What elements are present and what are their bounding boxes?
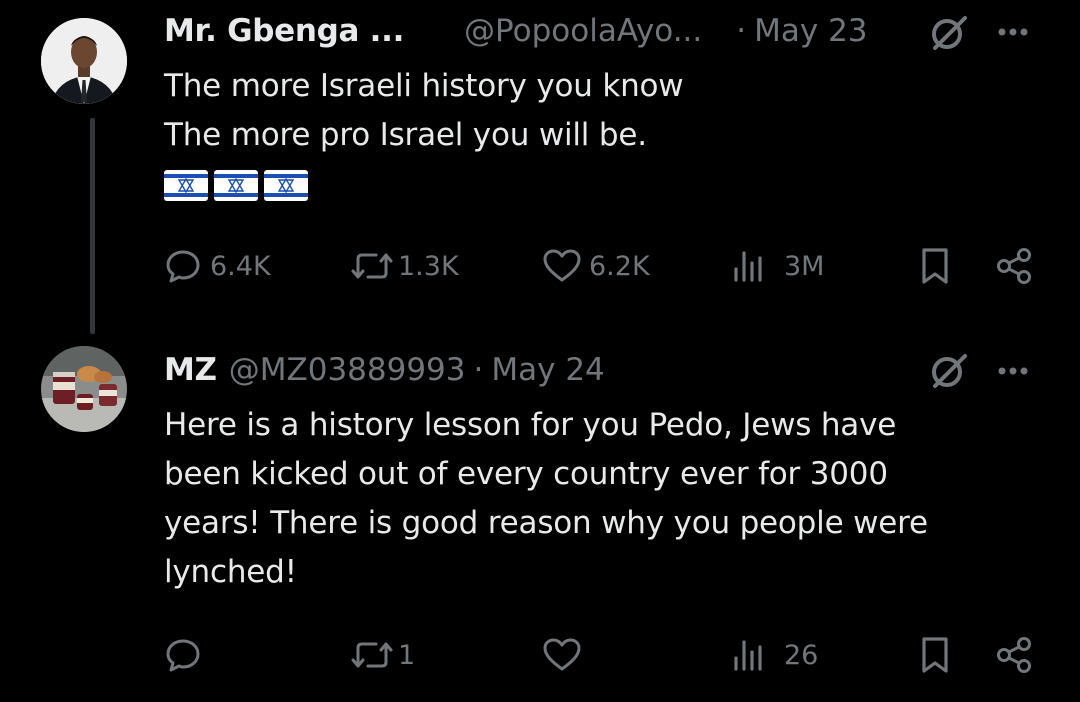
repost-count: 1 [398, 639, 416, 671]
separator-dot: · [473, 352, 484, 388]
user-handle[interactable]: @PopoolaAyo... [464, 13, 702, 49]
separator-dot: · [736, 13, 747, 49]
repost-count: 1.3K [398, 250, 459, 282]
share-button[interactable] [994, 632, 1034, 678]
tweet-text-line: been kicked out of every country ever fo… [164, 456, 888, 492]
bookmark-icon [918, 246, 952, 286]
views-button[interactable]: 3M [730, 243, 824, 289]
reply-button[interactable] [164, 632, 210, 678]
action-bar: 1 26 [0, 632, 1080, 678]
bar-chart-icon [730, 636, 770, 674]
share-nodes-icon [994, 635, 1034, 675]
tweet-text-line: lynched! [164, 554, 297, 590]
ellipsis-icon[interactable] [994, 361, 1034, 381]
display-name[interactable]: Mr. Gbenga ... [164, 13, 404, 49]
tweet-2[interactable]: MZ @MZ03889993 · May 24 Here is a histor… [0, 330, 1080, 702]
repost-button[interactable]: 1 [350, 632, 415, 678]
like-button[interactable] [541, 632, 591, 678]
repost-button[interactable]: 1.3K [350, 243, 459, 289]
ellipsis-icon[interactable] [994, 22, 1034, 42]
tweet-text: The more Israeli history you know The mo… [164, 62, 684, 160]
like-count: 6.2K [589, 250, 650, 282]
tweet-text-line: The more Israeli history you know [164, 68, 684, 104]
tweet-date[interactable]: May 23 [754, 13, 867, 49]
heart-icon [541, 636, 583, 674]
flag-emojis [164, 170, 308, 201]
repost-arrows-icon [350, 636, 394, 674]
bookmark-button[interactable] [918, 243, 952, 289]
bookmark-icon [918, 635, 952, 675]
speech-bubble-icon [164, 247, 202, 285]
tweet-date[interactable]: May 24 [491, 352, 604, 388]
tweet-header: Mr. Gbenga ... @PopoolaAyo... · May 23 [164, 9, 868, 53]
thread-connector-line [90, 118, 95, 334]
views-button[interactable]: 26 [730, 632, 818, 678]
view-count: 3M [784, 250, 825, 282]
share-button[interactable] [994, 243, 1034, 289]
tweet-text-line: Here is a history lesson for you Pedo, J… [164, 407, 897, 443]
share-nodes-icon [994, 246, 1034, 286]
user-handle[interactable]: @MZ03889993 [229, 352, 466, 388]
speech-bubble-icon [164, 636, 202, 674]
repost-arrows-icon [350, 247, 394, 285]
israel-flag-icon [164, 170, 208, 201]
grok-slash-icon[interactable] [929, 350, 969, 390]
israel-flag-icon [214, 170, 258, 201]
tweet-header: MZ @MZ03889993 · May 24 [164, 348, 605, 392]
bar-chart-icon [730, 247, 770, 285]
avatar[interactable] [41, 346, 127, 432]
grok-slash-icon[interactable] [929, 12, 969, 52]
reply-count: 6.4K [210, 250, 271, 282]
tweet-text-line: The more pro Israel you will be. [164, 117, 647, 153]
heart-icon [541, 247, 583, 285]
bookmark-button[interactable] [918, 632, 952, 678]
reply-button[interactable]: 6.4K [164, 243, 271, 289]
israel-flag-icon [264, 170, 308, 201]
display-name[interactable]: MZ [164, 352, 217, 388]
tweet-1[interactable]: Mr. Gbenga ... @PopoolaAyo... · May 23 T… [0, 0, 1080, 334]
tweet-text-line: years! There is good reason why you peop… [164, 505, 928, 541]
avatar[interactable] [41, 18, 127, 104]
tweet-text: Here is a history lesson for you Pedo, J… [164, 401, 928, 597]
action-bar: 6.4K 1.3K 6.2K 3M [0, 243, 1080, 289]
view-count: 26 [784, 639, 819, 671]
like-button[interactable]: 6.2K [541, 243, 650, 289]
